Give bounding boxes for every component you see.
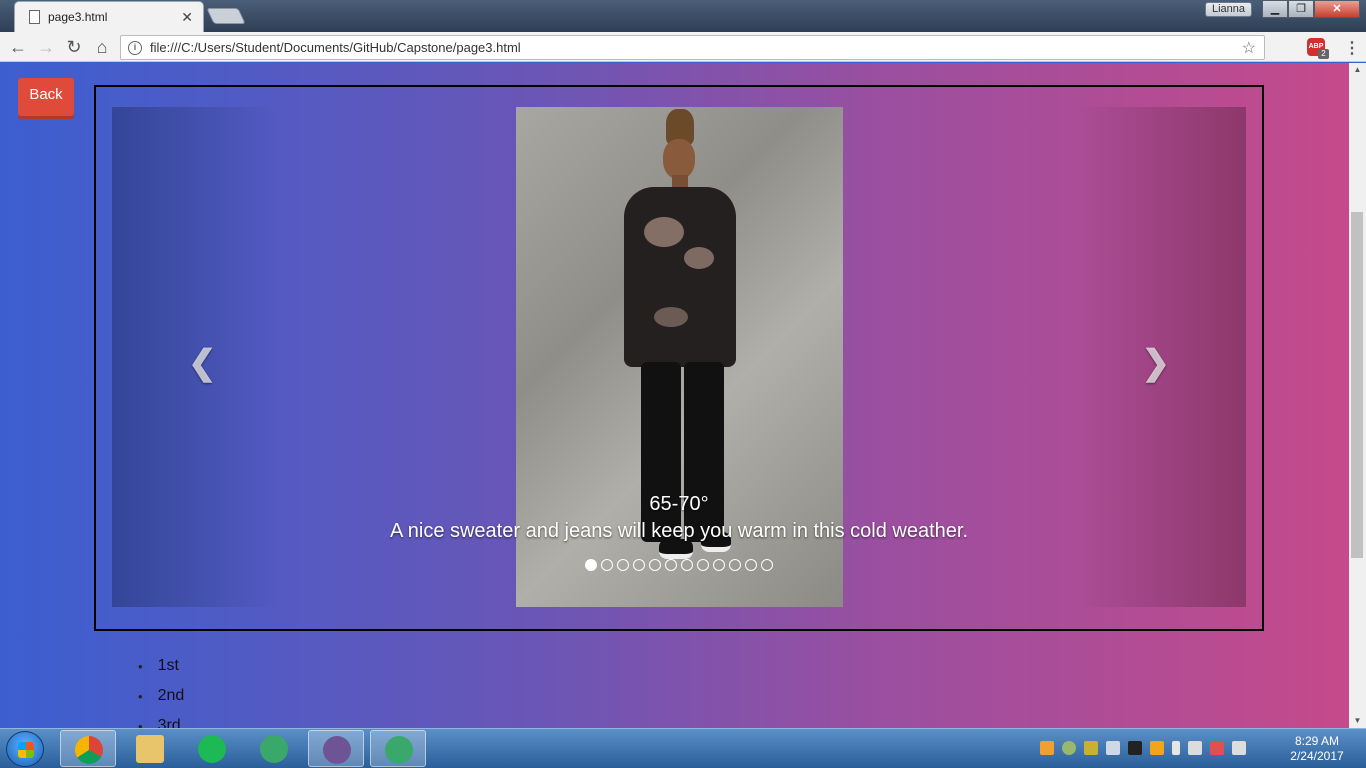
taskbar-github-desktop[interactable] bbox=[308, 730, 364, 767]
back-button[interactable]: Back bbox=[18, 78, 74, 116]
new-tab-button[interactable] bbox=[206, 8, 246, 24]
tray-app-icon[interactable] bbox=[1128, 741, 1142, 755]
caption-text: A nice sweater and jeans will keep you w… bbox=[389, 520, 969, 542]
clock-date: 2/24/2017 bbox=[1290, 749, 1344, 763]
reload-icon[interactable]: ↻ bbox=[64, 37, 84, 57]
sweater-pattern bbox=[644, 217, 684, 247]
bluetooth-icon[interactable] bbox=[1106, 741, 1120, 755]
atom-icon bbox=[260, 735, 288, 763]
windows-taskbar: 8:29 AM 2/24/2017 bbox=[0, 728, 1366, 768]
menu-icon[interactable]: ⋮ bbox=[1344, 38, 1360, 58]
tray-app-icon[interactable] bbox=[1084, 741, 1098, 755]
person-sweater bbox=[624, 187, 736, 367]
list-item: 3rd bbox=[138, 711, 184, 728]
action-center-icon[interactable] bbox=[1210, 741, 1224, 755]
chevron-right-icon: ❯ bbox=[1141, 344, 1171, 382]
volume-muted-icon[interactable] bbox=[1188, 741, 1202, 755]
battery-icon[interactable] bbox=[1172, 741, 1180, 755]
folder-icon bbox=[136, 735, 164, 763]
item-list: 1st2nd3rd bbox=[138, 651, 185, 728]
profile-button[interactable]: Lianna bbox=[1205, 2, 1252, 17]
carousel-frame: ❮ ❯ 65-70° A nice sweater and jeans will… bbox=[94, 85, 1264, 631]
caption-title: 65-70° bbox=[649, 493, 709, 515]
start-button[interactable] bbox=[6, 731, 44, 767]
home-icon[interactable]: ⌂ bbox=[92, 37, 112, 57]
list-item: 2nd bbox=[138, 681, 185, 711]
person-head bbox=[663, 139, 695, 179]
atom-icon bbox=[385, 736, 413, 764]
info-icon[interactable]: i bbox=[128, 40, 142, 55]
browser-tab[interactable]: page3.html ✕ bbox=[14, 1, 204, 32]
tab-close-icon[interactable]: ✕ bbox=[181, 9, 193, 26]
carousel-indicator-dot[interactable] bbox=[649, 559, 661, 571]
carousel-indicator-dot[interactable] bbox=[745, 559, 757, 571]
browser-toolbar: ← → ↻ ⌂ i file:///C:/Users/Student/Docum… bbox=[0, 32, 1366, 62]
system-tray bbox=[1040, 741, 1246, 755]
carousel-indicator-dot[interactable] bbox=[665, 559, 677, 571]
carousel-indicators bbox=[112, 559, 1246, 571]
taskbar-atom-2[interactable] bbox=[370, 730, 426, 767]
window-controls: ▁ ❐ ✕ bbox=[1262, 0, 1360, 18]
back-arrow-icon[interactable]: ← bbox=[8, 37, 28, 57]
clock-time: 8:29 AM bbox=[1294, 734, 1340, 748]
tray-app-icon[interactable] bbox=[1040, 741, 1054, 755]
windows-logo-icon bbox=[18, 742, 34, 758]
address-bar[interactable]: i file:///C:/Users/Student/Documents/Git… bbox=[120, 35, 1265, 60]
network-signal-icon[interactable] bbox=[1232, 741, 1246, 755]
tab-title: page3.html bbox=[48, 10, 108, 24]
taskbar-atom[interactable] bbox=[246, 730, 302, 767]
system-clock[interactable]: 8:29 AM 2/24/2017 bbox=[1282, 734, 1352, 764]
carousel-indicator-dot[interactable] bbox=[729, 559, 741, 571]
minimize-button[interactable]: ▁ bbox=[1262, 0, 1288, 18]
carousel-caption: 65-70° A nice sweater and jeans will kee… bbox=[112, 493, 1246, 543]
scrollbar[interactable]: ▲ ▼ bbox=[1349, 63, 1366, 728]
url-text[interactable]: file:///C:/Users/Student/Documents/GitHu… bbox=[150, 40, 1242, 55]
carousel-indicator-dot[interactable] bbox=[633, 559, 645, 571]
carousel-indicator-dot[interactable] bbox=[585, 559, 597, 571]
taskbar-chrome[interactable] bbox=[60, 730, 116, 767]
page-icon bbox=[29, 10, 40, 24]
spotify-icon bbox=[198, 735, 226, 763]
carousel-indicator-dot[interactable] bbox=[617, 559, 629, 571]
forward-arrow-icon[interactable]: → bbox=[36, 37, 56, 57]
carousel: ❮ ❯ 65-70° A nice sweater and jeans will… bbox=[112, 107, 1246, 607]
bookmark-star-icon[interactable]: ☆ bbox=[1242, 38, 1256, 58]
scroll-thumb[interactable] bbox=[1351, 212, 1363, 558]
scroll-down-arrow-icon[interactable]: ▼ bbox=[1349, 714, 1366, 728]
restore-button[interactable]: ❐ bbox=[1288, 0, 1314, 18]
carousel-indicator-dot[interactable] bbox=[713, 559, 725, 571]
list-item: 1st bbox=[138, 651, 184, 681]
sweater-pattern bbox=[654, 307, 688, 327]
carousel-indicator-dot[interactable] bbox=[681, 559, 693, 571]
taskbar-spotify[interactable] bbox=[184, 730, 240, 767]
chrome-icon bbox=[75, 736, 103, 764]
taskbar-file-explorer[interactable] bbox=[122, 730, 178, 767]
tray-app-icon[interactable] bbox=[1062, 741, 1076, 755]
carousel-indicator-dot[interactable] bbox=[697, 559, 709, 571]
close-window-button[interactable]: ✕ bbox=[1314, 0, 1360, 18]
adblock-count-badge: 2 bbox=[1318, 49, 1329, 59]
github-cat-icon bbox=[323, 736, 351, 764]
browser-titlebar: page3.html ✕ Lianna ▁ ❐ ✕ bbox=[0, 0, 1366, 32]
chevron-left-icon: ❮ bbox=[188, 344, 217, 382]
carousel-indicator-dot[interactable] bbox=[601, 559, 613, 571]
sweater-pattern bbox=[684, 247, 714, 269]
carousel-indicator-dot[interactable] bbox=[761, 559, 773, 571]
scroll-up-arrow-icon[interactable]: ▲ bbox=[1349, 63, 1366, 77]
page-viewport: Back ❮ ❯ 65-70° A nice sweater and jeans… bbox=[0, 63, 1349, 728]
tray-app-icon[interactable] bbox=[1150, 741, 1164, 755]
